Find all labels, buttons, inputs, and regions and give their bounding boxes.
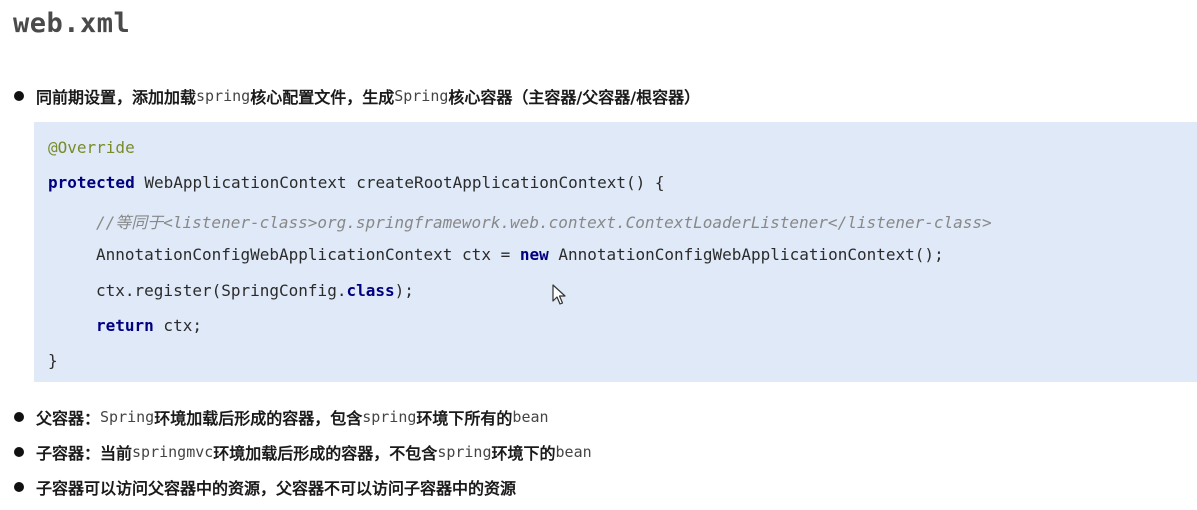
bullet-dot-icon [14,91,24,101]
keyword-return: return [96,316,154,335]
code-line-annotation: @Override [48,138,135,157]
bullet-text: 环境下的 [491,444,556,463]
bullet-item-parent-container: 父容器： Spring 环境加载后形成的容器，包含 spring 环境下所有的 … [14,405,549,429]
bullet-text: 父容器： [36,409,101,428]
bullet-code-term: Spring [100,408,155,426]
code-line-comment: //等同于<listener-class>org.springframework… [96,209,992,233]
bullet-text: 环境下所有的 [416,409,513,428]
bullet-item-child-container: 子容器：当前 springmvc 环境加载后形成的容器，不包含 spring 环… [14,440,592,464]
code-text: ctx; [153,316,202,335]
keyword-new: new [519,245,549,264]
code-text: AnnotationConfigWebApplicationContext(); [548,245,944,264]
code-line-ctx-decl: AnnotationConfigWebApplicationContext ct… [96,245,944,264]
bullet-code-term: springmvc [132,443,214,461]
bullet-item-core-container: 同前期设置，添加加载 spring 核心配置文件，生成 Spring 核心容器（… [14,84,700,108]
keyword-class: class [346,281,395,300]
bullet-dot-icon [14,447,24,457]
bullet-code-term: spring [437,443,492,461]
bullet-dot-icon [14,482,24,492]
bullet-text: 同前期设置，添加加载 [36,88,197,107]
code-comment: //等同于<listener-class>org.springframework… [96,213,992,232]
bullet-text: 子容器：当前 [36,444,133,463]
method-signature: WebApplicationContext createRootApplicat… [134,173,665,192]
code-text: ctx.register(SpringConfig. [96,281,347,300]
closing-brace: } [48,351,58,370]
code-line-return: return ctx; [96,316,202,335]
bullet-text: 核心配置文件，生成 [250,88,395,107]
bullet-code-term: spring [362,408,417,426]
annotation-token: @Override [48,138,135,157]
bullet-code-term: bean [512,408,549,426]
bullet-text: 环境加载后形成的容器，不包含 [213,444,438,463]
bullet-dot-icon [14,412,24,422]
keyword-protected: protected [48,173,135,192]
bullet-code-term: spring [196,87,251,105]
page-title: web.xml [13,8,131,39]
code-line-register: ctx.register(SpringConfig.class); [96,281,414,300]
bullet-text: 子容器可以访问父容器中的资源，父容器不可以访问子容器中的资源 [36,479,517,498]
code-text: AnnotationConfigWebApplicationContext ct… [96,245,520,264]
bullet-item-access-rule: 子容器可以访问父容器中的资源，父容器不可以访问子容器中的资源 [14,475,516,499]
mouse-pointer-icon [552,284,566,305]
bullet-code-term: Spring [394,87,449,105]
code-line-signature: protected WebApplicationContext createRo… [48,173,665,192]
bullet-text: 核心容器（主容器/父容器/根容器） [448,88,701,107]
code-line-close-brace: } [48,351,58,370]
code-text: ); [394,281,414,300]
code-block: @Override protected WebApplicationContex… [34,122,1197,382]
bullet-code-term: bean [555,443,592,461]
bullet-text: 环境加载后形成的容器，包含 [154,409,363,428]
